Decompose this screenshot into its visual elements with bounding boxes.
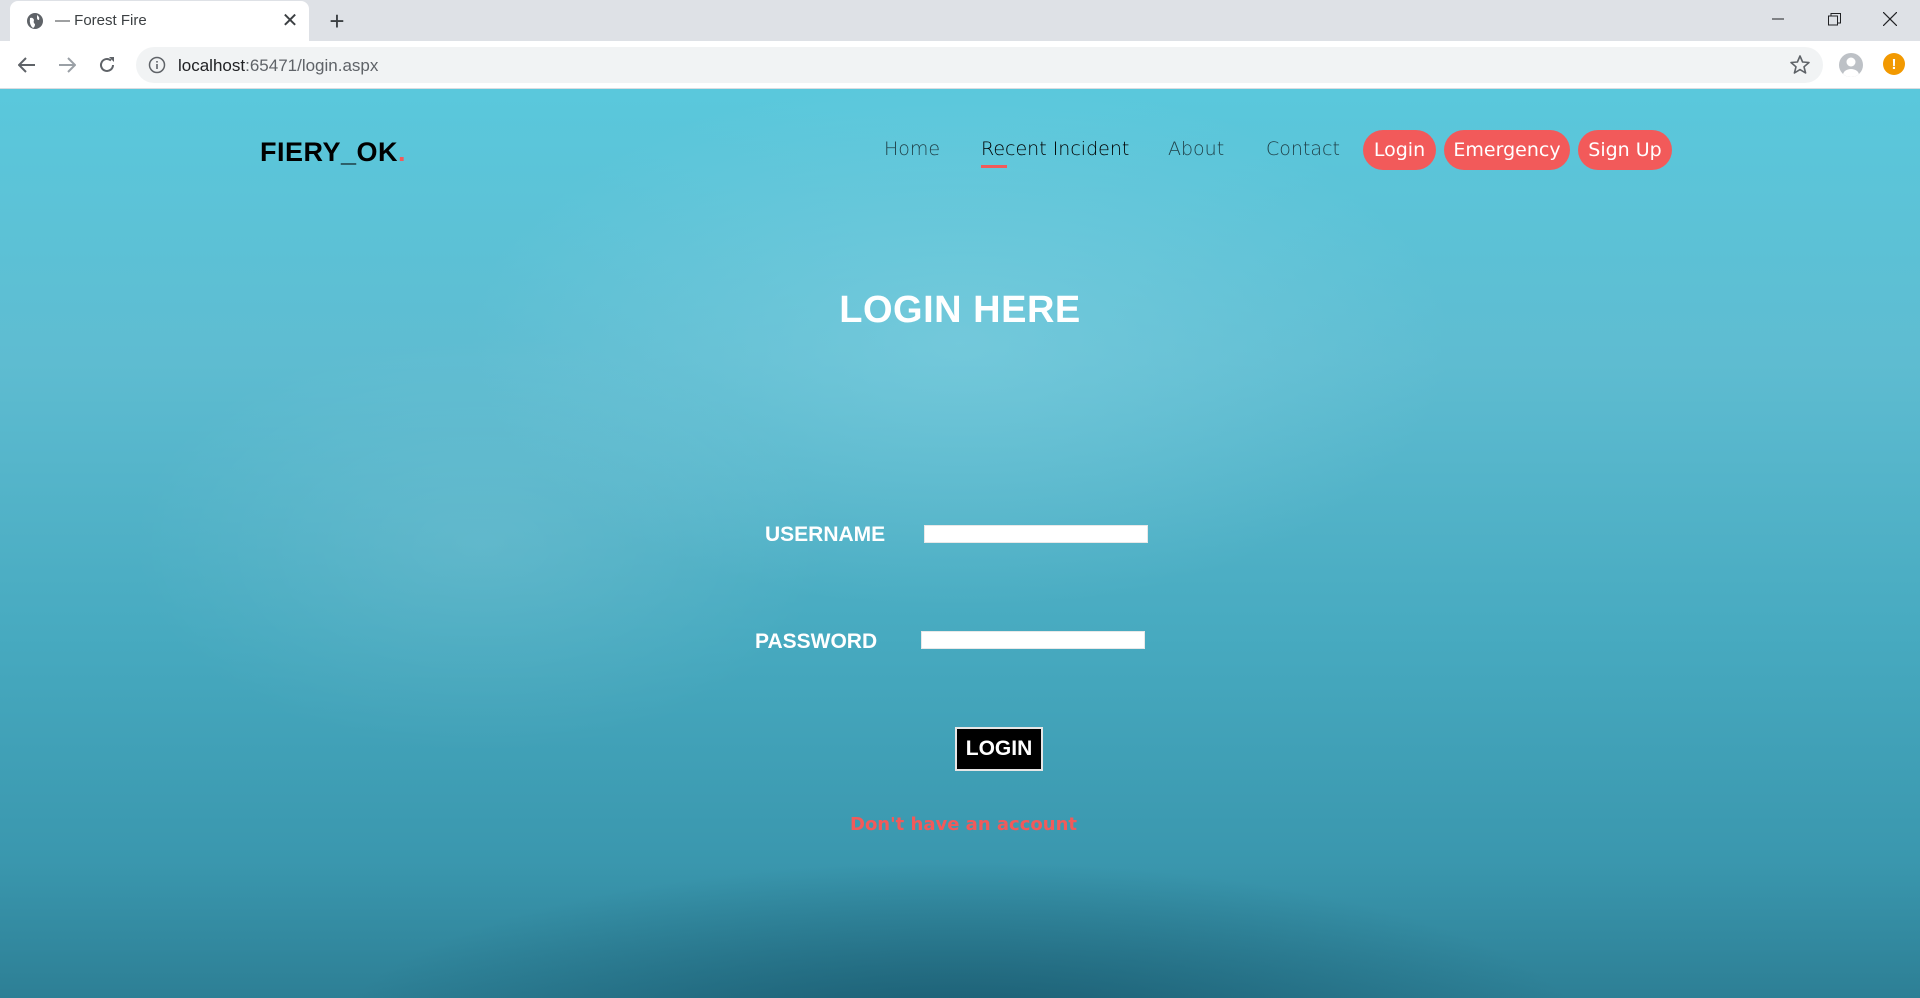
site-logo[interactable]: FIERY_OK. [260,137,406,168]
tab-close-icon[interactable]: ✕ [279,10,301,32]
nav-signup-button[interactable]: Sign Up [1578,130,1672,170]
nav-about[interactable]: About [1168,138,1224,160]
brand-text: FIERY_OK [260,137,399,167]
update-warning-icon[interactable]: ! [1883,53,1905,75]
nav-home[interactable]: Home [884,138,940,160]
forward-arrow-icon[interactable] [51,49,83,81]
password-input[interactable] [921,631,1145,649]
close-window-icon[interactable] [1862,0,1918,38]
active-nav-indicator [981,165,1007,168]
restore-window-icon[interactable] [1806,0,1862,38]
nav-login-button[interactable]: Login [1363,130,1436,170]
minimize-window-icon[interactable] [1750,0,1806,38]
brand-dot: . [398,137,407,167]
url-path: :65471/login.aspx [245,56,379,75]
globe-icon [27,13,43,29]
browser-tab[interactable]: — Forest Fire ✕ [10,1,309,41]
password-label: PASSWORD [755,630,878,653]
login-submit-button[interactable]: LOGIN [955,727,1043,771]
url-host: localhost [178,56,246,75]
nav-emergency-button[interactable]: Emergency [1444,130,1570,170]
reload-icon[interactable] [91,49,123,81]
browser-tabstrip: — Forest Fire ✕ + [0,0,1920,41]
tab-title: — Forest Fire [55,12,147,29]
url-text[interactable]: localhost:65471/login.aspx [178,56,378,76]
nav-contact[interactable]: Contact [1266,138,1340,160]
nav-recent-incident[interactable]: Recent Incident [981,138,1129,160]
back-arrow-icon[interactable] [11,49,43,81]
new-tab-plus-icon[interactable]: + [324,6,350,36]
username-label: USERNAME [765,523,886,546]
bookmark-star-icon[interactable] [1789,54,1811,76]
browser-toolbar: localhost:65471/login.aspx ! [0,41,1920,89]
username-input[interactable] [924,525,1148,543]
no-account-link[interactable]: Don't have an account [0,814,1920,835]
address-bar[interactable]: localhost:65471/login.aspx [136,47,1823,83]
profile-avatar-icon[interactable] [1839,53,1863,77]
page-title: LOGIN HERE [839,289,1081,331]
page-viewport: FIERY_OK. Home Recent Incident About Con… [0,89,1920,998]
site-info-icon[interactable] [148,56,166,74]
